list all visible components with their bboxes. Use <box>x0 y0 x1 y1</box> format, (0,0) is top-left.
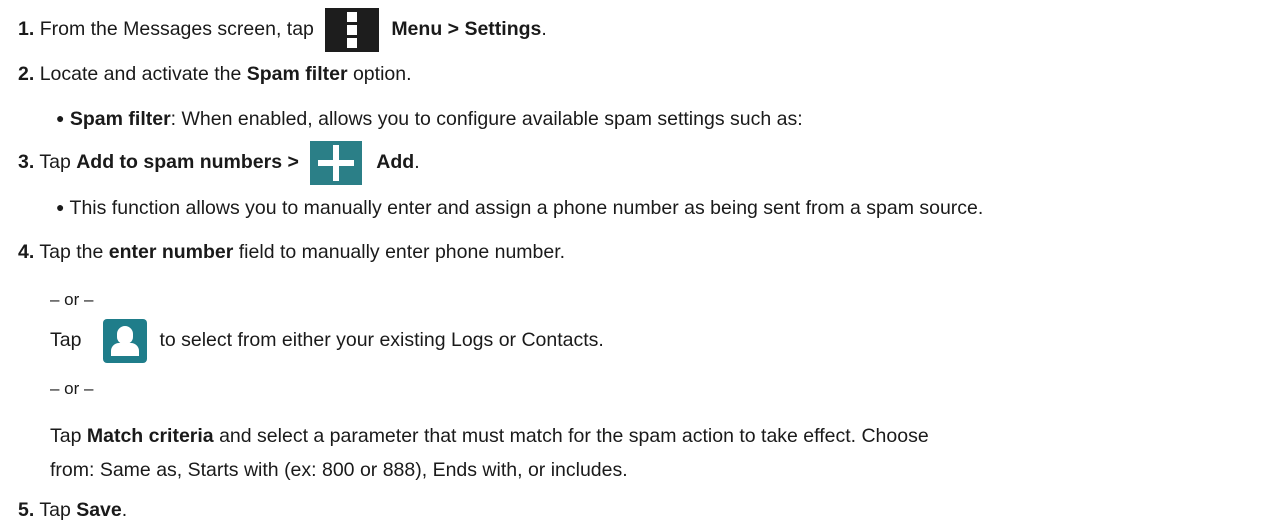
or-separator: – or – <box>50 290 94 309</box>
step-number: 3. <box>18 151 35 173</box>
step-text: Tap <box>50 329 82 351</box>
step-after: to select from either your existing Logs… <box>159 329 604 351</box>
step-bold: Add to spam numbers > <box>76 151 299 173</box>
step-after: . <box>541 18 547 40</box>
bullet-function: ● This function allows you to manually e… <box>56 195 983 220</box>
step-after: and select a parameter that must match f… <box>213 425 929 447</box>
or-separator: – or – <box>50 379 94 398</box>
step-number: 5. <box>18 499 35 521</box>
match-criteria-line: Tap Match criteria and select a paramete… <box>50 424 929 448</box>
step-bold: Match criteria <box>86 425 214 447</box>
step-5: 5. Tap Save. <box>18 498 127 522</box>
bullet-text: : When enabled, allows you to configure … <box>170 108 803 130</box>
bullet-spam-filter: ● Spam filter: When enabled, allows you … <box>56 106 803 131</box>
step-text: Tap <box>50 425 87 447</box>
match-criteria-line-2: from: Same as, Starts with (ex: 800 or 8… <box>50 459 628 481</box>
step-bold-2: Add <box>376 151 415 173</box>
step-after: . <box>414 151 420 173</box>
bullet-text: This function allows you to manually ent… <box>69 197 984 219</box>
step-text: Tap <box>39 499 77 521</box>
bullet-bold: Spam filter <box>69 108 171 130</box>
step-text: Tap the <box>39 241 109 263</box>
step-bold: Menu > Settings <box>391 18 542 40</box>
step-bold: Spam filter <box>246 63 348 85</box>
contact-line: Tap to select from either your existing … <box>50 318 604 363</box>
step-bold: enter number <box>108 241 234 263</box>
menu-icon <box>325 7 380 52</box>
bullet-icon: ● <box>56 110 65 126</box>
bullet-icon: ● <box>56 199 65 215</box>
step-1: 1. From the Messages screen, tap Menu > … <box>18 7 547 52</box>
contact-icon <box>103 318 148 363</box>
step-bold: Save <box>76 499 122 521</box>
step-after: option. <box>347 63 412 85</box>
step-text: From the Messages screen, tap <box>39 18 314 40</box>
step-4: 4. Tap the enter number field to manuall… <box>18 240 565 264</box>
step-number: 2. <box>18 63 35 85</box>
step-2: 2. Locate and activate the Spam filter o… <box>18 62 412 86</box>
step-after: field to manually enter phone number. <box>233 241 566 263</box>
add-icon <box>310 140 363 185</box>
step-text: Tap <box>39 151 77 173</box>
step-number: 1. <box>18 18 35 40</box>
step-text: Locate and activate the <box>39 63 247 85</box>
step-3: 3. Tap Add to spam numbers > Add. <box>18 140 420 185</box>
step-number: 4. <box>18 241 35 263</box>
step-after: . <box>121 499 128 521</box>
